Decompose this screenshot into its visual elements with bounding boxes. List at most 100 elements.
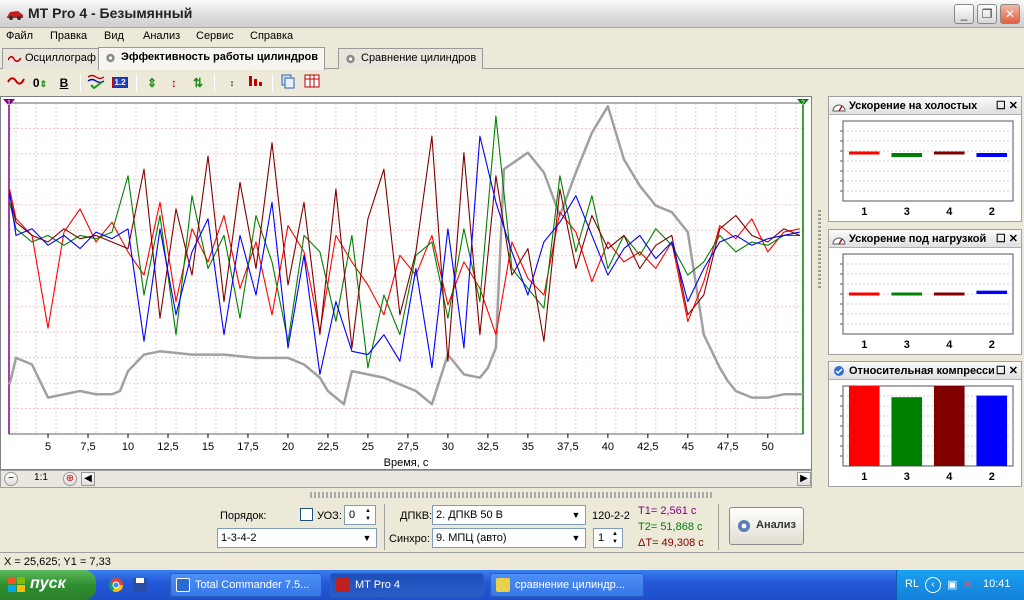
horizontal-splitter[interactable]: [310, 492, 714, 498]
cursor-coords: X = 25,625; Y1 = 7,33: [4, 556, 111, 568]
x-tick-label: 25: [362, 441, 374, 453]
scroll-right-button[interactable]: ▶: [797, 472, 811, 486]
sync-spinner[interactable]: 1 ▲ ▼: [593, 528, 623, 548]
panel-category-label: 4: [946, 206, 953, 218]
dpkv-select[interactable]: 2. ДПКВ 50 В ▼: [432, 505, 586, 525]
start-button[interactable]: пуск: [0, 570, 96, 600]
sort-icon: ↕: [229, 78, 235, 88]
signal-style-button[interactable]: [6, 73, 26, 93]
panel-category-label: 4: [946, 339, 953, 351]
panel-bar: [891, 292, 923, 296]
task-label: MT Pro 4: [355, 579, 401, 591]
x-tick-label: 35: [522, 441, 534, 453]
panel-header: Ускорение на холостых ☐ ✕: [829, 97, 1021, 115]
tab-oscilloscope[interactable]: Осциллограф: [2, 48, 103, 69]
minimize-button[interactable]: _: [954, 4, 974, 24]
menu-edit[interactable]: Правка: [50, 30, 87, 42]
task-compare-doc[interactable]: сравнение цилиндр...: [490, 573, 644, 597]
zoom-in-button[interactable]: ⊕: [63, 472, 77, 486]
system-tray: RL ‹ ▣ ✕ 10:41: [896, 570, 1024, 600]
panel-bar: [976, 153, 1008, 157]
zoom-out-button[interactable]: −: [4, 472, 18, 486]
dpkv-type: 120-2-2: [592, 510, 630, 522]
zoom-ratio[interactable]: 1:1: [23, 472, 59, 486]
chevron-left-icon[interactable]: ‹: [925, 577, 941, 593]
sync-label: Синхро:: [389, 533, 430, 545]
tab-cylinder-efficiency[interactable]: Эффективность работы цилиндров: [98, 47, 326, 70]
menu-analysis[interactable]: Анализ: [143, 30, 180, 42]
scale-up-button[interactable]: ↕: [164, 73, 184, 93]
close-button[interactable]: ✕: [1000, 4, 1020, 24]
tab-cylinder-compare[interactable]: Сравнение цилиндров: [338, 48, 484, 69]
order-select[interactable]: 1-3-4-2 ▼: [217, 528, 377, 548]
x-tick-label: 42,5: [637, 441, 658, 453]
panel-bar: [891, 153, 923, 157]
panel-category-label: 1: [861, 339, 867, 351]
network-icon[interactable]: ▣: [947, 578, 957, 591]
analyze-button[interactable]: Анализ: [729, 507, 804, 545]
save-disk-icon[interactable]: [132, 577, 148, 593]
spin-down-icon[interactable]: ▼: [362, 515, 374, 523]
chart-scrollbar[interactable]: − 1:1 ⊕ ◀ ▶: [0, 470, 812, 488]
x-tick-label: 27,5: [397, 441, 418, 453]
scale-wave-button[interactable]: ⇅: [188, 73, 208, 93]
multi-wave-button[interactable]: [86, 73, 106, 93]
maximize-icon[interactable]: ☐: [996, 233, 1006, 245]
panel-bar: [976, 395, 1008, 466]
close-icon[interactable]: ✕: [1009, 365, 1018, 377]
marker-left-label: 1: [7, 100, 11, 107]
restore-button[interactable]: ❐: [977, 4, 997, 24]
toolbar: 0⇕ B 1.2 ⇕ ↕ ⇅ ↕: [0, 70, 1024, 96]
menu-file[interactable]: Файл: [6, 30, 33, 42]
task-total-commander[interactable]: Total Commander 7.5...: [170, 573, 322, 597]
panel-bar: [976, 290, 1008, 294]
chart-series: [8, 105, 803, 406]
marker-right-label: 2: [801, 100, 805, 107]
panel-category-label: 1: [861, 471, 867, 483]
panel-title: Ускорение под нагрузкой: [849, 233, 987, 245]
menu-service[interactable]: Сервис: [196, 30, 234, 42]
panel-compression-chart: 1 3 4 2: [840, 385, 1014, 483]
bold-button[interactable]: B: [54, 73, 74, 93]
table-button[interactable]: [302, 73, 322, 93]
spin-up-icon[interactable]: ▲: [362, 507, 374, 515]
sync-spin-value: 1: [598, 532, 605, 544]
x-tick-label: 47,5: [717, 441, 738, 453]
panel-bar: [848, 151, 880, 155]
maximize-icon[interactable]: ☐: [996, 365, 1006, 377]
uoz-checkbox[interactable]: [300, 508, 313, 521]
panel-category-label: 4: [946, 471, 953, 483]
oscillogram-plot[interactable]: 5 7,5 10 12,5 15 17,5 20 22,5 25 27,5 30 32,5 35 37,5…: [1, 97, 811, 469]
task-mt-pro[interactable]: MT Pro 4: [330, 573, 484, 597]
app-car-icon: [7, 11, 23, 20]
separator: [384, 504, 385, 550]
close-icon[interactable]: ✕: [1009, 233, 1018, 245]
volume-muted-icon[interactable]: ✕: [963, 578, 972, 591]
chrome-icon[interactable]: [108, 577, 124, 593]
toolbar-separator: [80, 74, 81, 92]
copy-button[interactable]: [278, 73, 298, 93]
menu-view[interactable]: Вид: [104, 30, 124, 42]
bar-chart-button[interactable]: [246, 73, 266, 93]
spin-up-icon[interactable]: ▲: [609, 530, 621, 538]
maximize-icon[interactable]: ☐: [996, 100, 1006, 112]
language-indicator[interactable]: RL: [905, 578, 919, 590]
sort-button[interactable]: ↕: [222, 73, 242, 93]
tab-strip: Осциллограф Эффективность работы цилиндр…: [0, 47, 1024, 70]
sync-select[interactable]: 9. МПЦ (авто) ▼: [432, 528, 586, 548]
zero-offset-button[interactable]: 0⇕: [30, 73, 50, 93]
compression-icon: [834, 366, 844, 376]
spin-down-icon[interactable]: ▼: [609, 538, 621, 546]
fit-vertical-button[interactable]: ⇕: [142, 73, 162, 93]
x-tick-label: 22,5: [317, 441, 338, 453]
vertical-splitter[interactable]: [815, 210, 823, 290]
scroll-left-button[interactable]: ◀: [81, 472, 95, 486]
splitter-grip: [817, 210, 821, 290]
close-icon[interactable]: ✕: [1009, 100, 1018, 112]
title-bar: MT Pro 4 - Безымянный _ ❐ ✕: [0, 0, 1024, 28]
oscillogram-chart[interactable]: 5 7,5 10 12,5 15 17,5 20 22,5 25 27,5 30 32,5 35 37,5…: [0, 96, 812, 470]
ruler-button[interactable]: 1.2: [110, 73, 130, 93]
menu-bar: Файл Правка Вид Анализ Сервис Справка: [0, 28, 1024, 46]
menu-help[interactable]: Справка: [250, 30, 293, 42]
uoz-spinner[interactable]: 0 ▲ ▼: [344, 505, 376, 525]
